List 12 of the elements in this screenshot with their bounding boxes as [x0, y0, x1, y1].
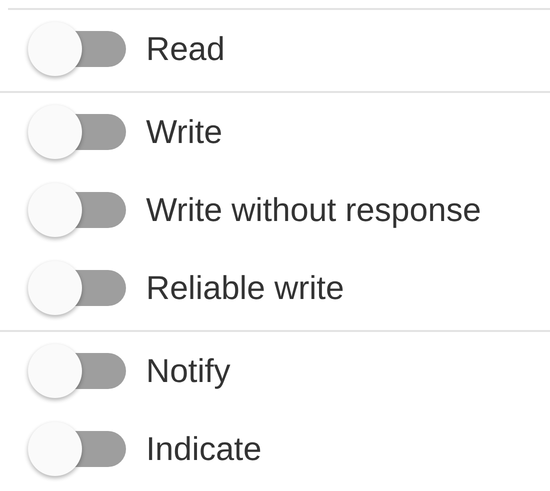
toggle-label: Write without response	[146, 191, 482, 229]
toggle-switch[interactable]	[28, 422, 126, 476]
toggle-label: Reliable write	[146, 269, 344, 307]
toggle-label: Write	[146, 113, 222, 151]
toggle-label: Read	[146, 30, 225, 68]
toggle-switch[interactable]	[28, 261, 126, 315]
toggle-switch[interactable]	[28, 183, 126, 237]
toggle-switch[interactable]	[28, 344, 126, 398]
toggle-label: Notify	[146, 352, 230, 390]
toggle-switch[interactable]	[28, 22, 126, 76]
toggle-label: Indicate	[146, 430, 262, 468]
toggle-switch[interactable]	[28, 105, 126, 159]
